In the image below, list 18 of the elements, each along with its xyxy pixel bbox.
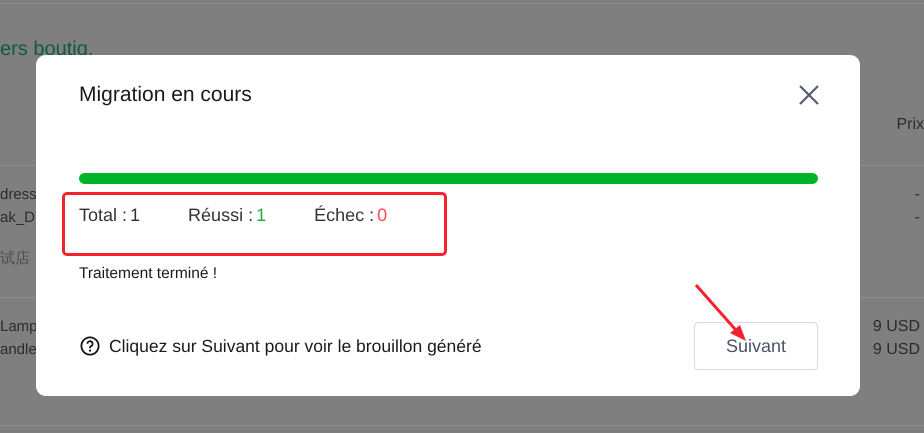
stat-text: Total : 1 (79, 205, 140, 227)
close-icon[interactable] (798, 84, 820, 106)
stat-text: Échec : 0 (314, 205, 388, 227)
product-name: dress (0, 185, 37, 205)
help-icon (80, 336, 100, 356)
stat-text: Réussi : 1 (188, 205, 266, 227)
dialog-title: Migration en cours (79, 83, 252, 107)
price: 9 USD (872, 340, 920, 360)
status-message: Traitement terminé ! (79, 265, 218, 283)
column-header: Prix (896, 116, 924, 134)
price: - (914, 185, 920, 205)
hint-text: Cliquez sur Suivant pour voir le brouillon généré (109, 336, 482, 356)
price: - (914, 208, 920, 228)
product-name: Lamp (0, 317, 38, 337)
product-name: andle (0, 340, 38, 360)
product-name: ak_D (0, 208, 36, 228)
price: 9 USD (872, 317, 920, 337)
next-button[interactable]: Suivant (694, 322, 818, 370)
